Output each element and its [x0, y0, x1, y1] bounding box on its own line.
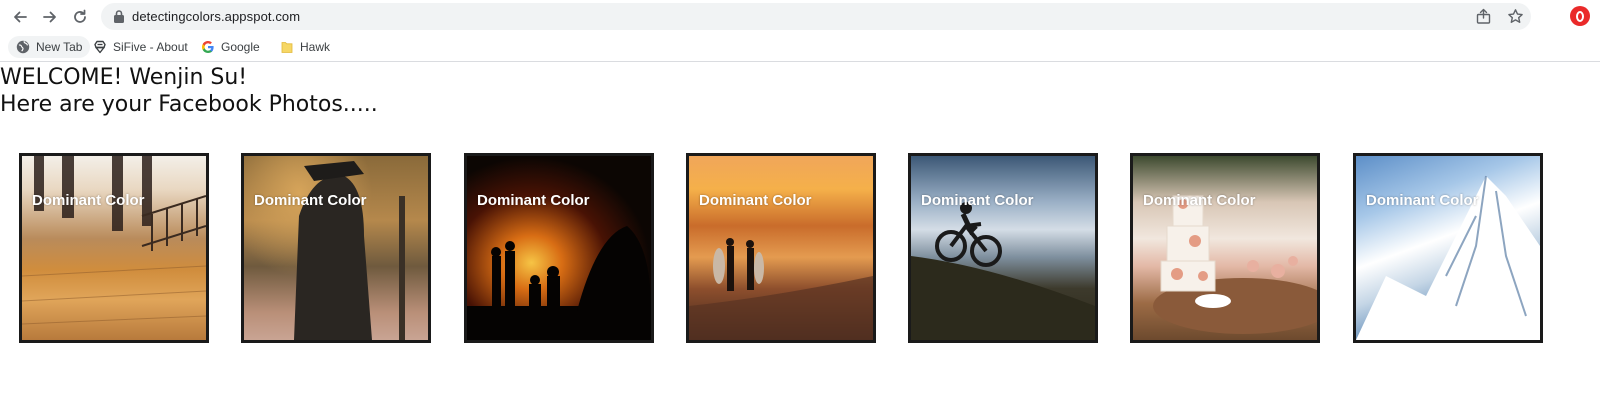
dominant-color-label: Dominant Color: [1143, 192, 1256, 209]
bookmark-label: Hawk: [300, 40, 331, 54]
profile-avatar[interactable]: [1570, 6, 1590, 26]
bookmark-label: Google: [221, 40, 260, 54]
photo-card[interactable]: Dominant Color: [464, 153, 654, 343]
browser-toolbar: detectingcolors.appspot.com: [0, 0, 1600, 33]
photo-snowy-mountain: [1356, 156, 1540, 340]
bookmark-label: SiFive - About: [113, 40, 188, 54]
forward-button[interactable]: [38, 5, 62, 29]
sifive-icon: [94, 40, 106, 54]
arrow-left-icon: [14, 11, 27, 23]
photo-card[interactable]: Dominant Color: [908, 153, 1098, 343]
bookmark-label: New Tab: [36, 40, 83, 54]
dominant-color-label: Dominant Color: [254, 192, 367, 209]
bookmark-google[interactable]: Google: [193, 36, 268, 58]
photo-card[interactable]: Dominant Color: [1353, 153, 1543, 343]
dominant-color-label: Dominant Color: [1366, 192, 1479, 209]
photo-graduate: [244, 156, 428, 340]
photo-card[interactable]: Dominant Color: [19, 153, 209, 343]
bookmark-star-icon[interactable]: [1507, 8, 1524, 25]
photo-card[interactable]: Dominant Color: [1130, 153, 1320, 343]
photo-wedding-cake: [1133, 156, 1317, 340]
reload-icon: [74, 9, 86, 23]
google-icon: [202, 41, 214, 53]
photo-surfers: [689, 156, 873, 340]
dominant-color-label: Dominant Color: [699, 192, 812, 209]
lock-icon: [114, 10, 124, 23]
bookmark-hawk[interactable]: Hawk: [272, 36, 338, 58]
dominant-color-label: Dominant Color: [477, 192, 590, 209]
photo-runners: [22, 156, 206, 340]
bookmarks-bar: New Tab SiFive - About Google Hawk: [0, 33, 1600, 62]
welcome-text: WELCOME! Wenjin Su!: [0, 65, 248, 90]
photo-card[interactable]: Dominant Color: [686, 153, 876, 343]
photos-intro-text: Here are your Facebook Photos.....: [0, 92, 378, 117]
photo-gallery: Dominant Color Dominant Color Dominant C…: [0, 153, 1600, 343]
profile-o-icon: [1576, 10, 1584, 22]
photo-card[interactable]: Dominant Color: [241, 153, 431, 343]
page-heading: WELCOME! Wenjin Su! Here are your Facebo…: [0, 64, 378, 118]
arrow-right-icon: [43, 11, 56, 23]
globe-icon: [16, 40, 30, 54]
url-text[interactable]: detectingcolors.appspot.com: [132, 9, 300, 24]
dominant-color-label: Dominant Color: [32, 192, 145, 209]
folder-icon: [281, 42, 293, 53]
reload-button[interactable]: [68, 5, 92, 29]
share-icon[interactable]: [1475, 8, 1492, 25]
dominant-color-label: Dominant Color: [921, 192, 1034, 209]
photo-mountain-biker: [911, 156, 1095, 340]
photo-silhouettes: [467, 156, 651, 340]
bookmark-new-tab[interactable]: New Tab: [8, 36, 91, 58]
address-bar[interactable]: detectingcolors.appspot.com: [101, 3, 1531, 30]
back-button[interactable]: [8, 5, 32, 29]
bookmark-sifive[interactable]: SiFive - About: [85, 36, 196, 58]
